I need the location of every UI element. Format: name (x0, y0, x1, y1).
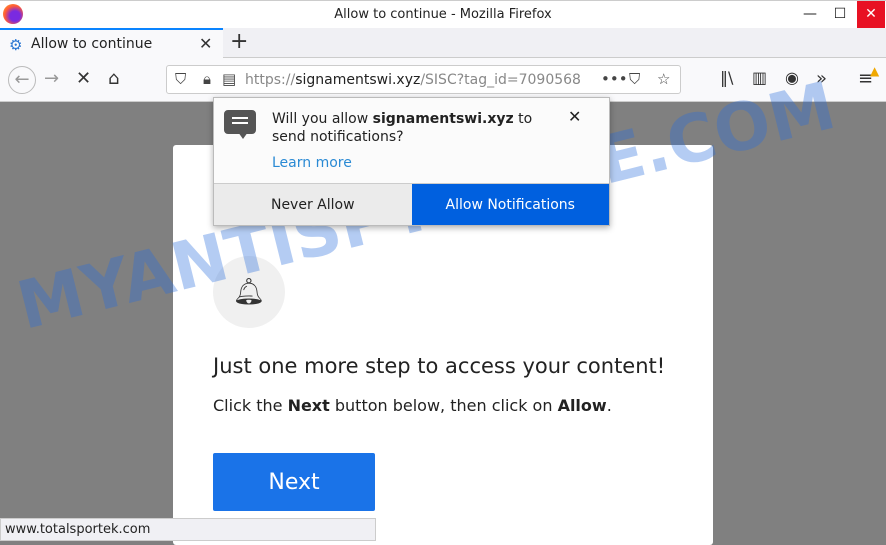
lock-icon[interactable]: 🔒︎ (203, 70, 211, 88)
sidebar-icon[interactable]: ▥ (752, 68, 767, 87)
status-bar-url: www.totalsportek.com (0, 518, 376, 541)
next-button[interactable]: Next (213, 453, 375, 511)
title-bar: Allow to continue - Mozilla Firefox — ☐ … (0, 0, 886, 29)
close-popup-icon[interactable]: ✕ (568, 107, 581, 126)
back-icon[interactable]: ← (8, 66, 36, 94)
page-instructions: Click the Next button below, then click … (213, 396, 612, 415)
account-icon[interactable]: ◉ (785, 68, 799, 87)
close-window-button[interactable]: ✕ (857, 1, 885, 29)
bookmark-star-icon[interactable]: ☆ (657, 70, 670, 88)
more-actions-icon[interactable]: ••• (601, 70, 628, 88)
notification-permission-icon[interactable]: ▤ (222, 70, 236, 88)
library-icon[interactable]: ‖\ (720, 68, 733, 87)
pocket-icon[interactable]: ⛉ (629, 70, 640, 88)
stop-icon[interactable]: ✕ (76, 68, 91, 89)
url-text[interactable]: https://signamentswi.xyz/SISC?tag_id=709… (245, 72, 581, 88)
learn-more-link[interactable]: Learn more (272, 155, 352, 171)
tab-bar: ⚙ Allow to continue ✕ + (0, 28, 886, 59)
forward-icon[interactable]: → (44, 68, 59, 89)
message-icon (224, 110, 256, 139)
never-allow-button[interactable]: Never Allow (214, 184, 412, 225)
nav-bar: ← → ✕ ⌂ ⛉ 🔒︎ ▤ https://signamentswi.xyz/… (0, 58, 886, 102)
popup-message: Will you allow signamentswi.xyz to send … (272, 111, 533, 145)
new-tab-button[interactable]: + (230, 29, 248, 54)
allow-notifications-button[interactable]: Allow Notifications (411, 184, 609, 225)
shield-icon[interactable]: ⛉ (175, 70, 186, 88)
close-tab-icon[interactable]: ✕ (199, 34, 212, 53)
tab-allow-to-continue[interactable]: ⚙ Allow to continue ✕ (0, 28, 223, 59)
tab-label: Allow to continue (31, 36, 153, 52)
page-heading: Just one more step to access your conten… (213, 354, 666, 378)
notification-permission-popup: Will you allow signamentswi.xyz to send … (213, 97, 610, 226)
overflow-chevron-icon[interactable]: » (816, 68, 827, 89)
gear-icon: ⚙ (9, 36, 23, 54)
window-title: Allow to continue - Mozilla Firefox (334, 7, 552, 22)
bell-icon: 🔔︎ (213, 256, 285, 328)
minimize-button[interactable]: — (796, 1, 824, 29)
home-icon[interactable]: ⌂ (108, 68, 119, 89)
url-bar[interactable]: ⛉ 🔒︎ ▤ https://signamentswi.xyz/SISC?tag… (166, 65, 681, 94)
warning-icon: ▲ (870, 64, 880, 78)
maximize-button[interactable]: ☐ (826, 1, 854, 29)
